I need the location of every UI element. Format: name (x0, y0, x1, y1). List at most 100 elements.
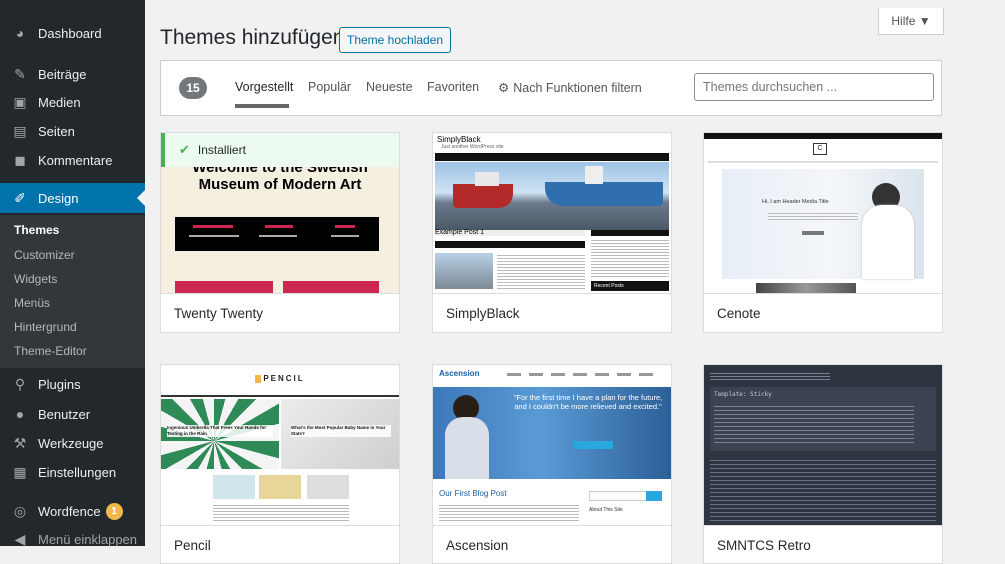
theme-card-pencil[interactable]: PENCIL Ingenious Umbrella That Frees You… (160, 364, 400, 564)
preview-tagline: Just another WordPress site (441, 144, 504, 150)
theme-filter-bar: 15 Vorgestellt Populär Neueste Favoriten… (160, 60, 942, 116)
preview-text-lines (439, 503, 579, 521)
admin-sidebar: ◕ Dashboard ✎ Beiträge ▣ Medien ▤ Seiten ◼ Ko… (0, 0, 145, 547)
menu-item-werkzeuge[interactable]: ⚒ Werkzeuge (0, 428, 145, 458)
preview-text-lines (213, 503, 349, 521)
submenu-theme-editor[interactable]: Theme-Editor (14, 344, 87, 358)
preview-thumb (213, 475, 255, 499)
media-icon: ▣ (13, 93, 27, 110)
theme-card-cenote[interactable]: C Hi, I am Header Media Title Cenote (703, 132, 943, 333)
upload-theme-button[interactable]: Theme hochladen (339, 27, 452, 53)
menu-item-dashboard[interactable]: ◕ Dashboard (0, 18, 145, 48)
preview-logo: PENCIL (161, 374, 399, 383)
menu-item-seiten[interactable]: ▤ Seiten (0, 116, 145, 146)
pushpin-icon: ✎ (14, 65, 26, 82)
submenu-menus[interactable]: Menüs (14, 296, 50, 310)
page-title: Themes hinzufügen (160, 26, 345, 49)
wrench-icon: ⚒ (13, 434, 27, 451)
preview-logo-text: PENCIL (263, 374, 305, 383)
feature-filter-label: Nach Funktionen filtern (513, 81, 642, 95)
collapse-icon: ◀ (14, 530, 26, 547)
submenu-widgets[interactable]: Widgets (14, 272, 57, 286)
theme-screenshot: C Hi, I am Header Media Title (704, 133, 942, 293)
preview-post-title: Example Post 1 (435, 229, 485, 236)
feature-filter-button[interactable]: ⚙ Nach Funktionen filtern (498, 80, 642, 95)
theme-search-input[interactable] (694, 73, 934, 101)
brush-icon: ✐ (14, 189, 26, 206)
preview-nav (507, 373, 657, 376)
theme-screenshot: Ascension "For the first time I have a p… (433, 365, 671, 525)
preview-search-button (646, 491, 662, 501)
preview-side-title: About This Site (589, 507, 623, 513)
menu-item-design[interactable]: ✐ Design (0, 183, 145, 213)
theme-name: SimplyBlack (446, 306, 520, 321)
gear-icon: ⚙ (498, 81, 510, 95)
theme-screenshot: ✔ Installiert Welcome to the Swedish Muse… (161, 133, 399, 293)
preview-post-title: Our First Blog Post (439, 489, 507, 498)
preview-sidebar-head (591, 230, 669, 236)
preview-caption-2: What's the Most Popular Baby Name in You… (291, 425, 391, 437)
preview-logo: C (813, 143, 827, 155)
update-count-badge: 1 (105, 502, 123, 520)
preview-red-block (175, 281, 273, 293)
preview-nav (435, 153, 669, 161)
preview-thumb (435, 253, 493, 289)
menu-item-collapse[interactable]: ◀ Menü einklappen (0, 524, 145, 554)
theme-card-simplyblack[interactable]: SimplyBlack Just another WordPress site … (432, 132, 672, 333)
preview-sidebar-lines (591, 238, 669, 278)
dashboard-icon: ◕ (15, 25, 25, 41)
theme-screenshot: SimplyBlack Just another WordPress site … (433, 133, 671, 293)
theme-name: Cenote (717, 306, 761, 321)
installed-label: Installiert (197, 143, 246, 157)
tab-neueste[interactable]: Neueste (366, 80, 413, 94)
menu-item-medien[interactable]: ▣ Medien (0, 87, 145, 117)
preview-quote: "For the first time I have a plan for th… (513, 393, 663, 411)
preview-hero-image: Hi, I am Header Media Title (722, 169, 924, 279)
theme-name-bar: Pencil (161, 525, 399, 563)
preview-text-lines (710, 457, 936, 521)
theme-card-smntcs-retro[interactable]: Template: Sticky SMNTCS Retro (703, 364, 943, 564)
installed-notice: ✔ Installiert (161, 133, 399, 167)
menu-item-beitraege[interactable]: ✎ Beiträge (0, 59, 145, 89)
preview-headline-line2: Museum of Modern Art (198, 176, 362, 193)
preview-site-title: SimplyBlack (437, 135, 481, 144)
theme-name-bar: Cenote (704, 293, 942, 332)
preview-boat-image (435, 162, 669, 230)
checkmark-icon: ✔ (179, 142, 190, 157)
preview-topbar (704, 133, 942, 139)
tab-vorgestellt[interactable]: Vorgestellt (235, 80, 293, 94)
plugins-icon: ⚲ (14, 375, 26, 392)
active-arrow (137, 190, 145, 206)
theme-screenshot: Template: Sticky (704, 365, 942, 525)
preview-hero-image: "For the first time I have a plan for th… (433, 387, 671, 479)
preview-search (589, 491, 647, 501)
submenu-hintergrund[interactable]: Hintergrund (14, 320, 77, 334)
preview-rule (161, 395, 399, 397)
menu-item-benutzer[interactable]: ● Benutzer (0, 399, 145, 429)
help-tab-button[interactable]: Hilfe ▼ (878, 8, 944, 35)
menu-item-wordfence[interactable]: ◎ Wordfence 1 (0, 496, 145, 526)
tab-favoriten[interactable]: Favoriten (427, 80, 479, 94)
preview-thumb (307, 475, 349, 499)
theme-name-bar: Ascension (433, 525, 671, 563)
design-submenu: Themes Customizer Widgets Menüs Hintergr… (0, 215, 145, 368)
theme-name-bar: Twenty Twenty (161, 293, 399, 332)
theme-card-twenty-twenty[interactable]: ✔ Installiert Welcome to the Swedish Muse… (160, 132, 400, 333)
preview-red-block (283, 281, 379, 293)
preview-strip (756, 283, 856, 293)
preview-widget-title: Recent Posts (591, 281, 669, 291)
preview-text-lines (497, 253, 585, 289)
comments-icon: ◼ (14, 151, 26, 168)
submenu-themes[interactable]: Themes (14, 223, 59, 237)
preview-nav (708, 161, 938, 163)
theme-card-ascension[interactable]: Ascension "For the first time I have a p… (432, 364, 672, 564)
submenu-customizer[interactable]: Customizer (14, 248, 75, 262)
preview-post-title: Template: Sticky (714, 391, 772, 398)
preview-hero-title: Hi, I am Header Media Title (762, 199, 829, 205)
tab-populaer[interactable]: Populär (308, 80, 351, 94)
preview-post-meta (435, 241, 585, 248)
menu-item-einstellungen[interactable]: ▦ Einstellungen (0, 457, 145, 487)
menu-item-kommentare[interactable]: ◼ Kommentare (0, 145, 145, 175)
menu-item-plugins[interactable]: ⚲ Plugins (0, 369, 145, 399)
pages-icon: ▤ (13, 122, 27, 139)
